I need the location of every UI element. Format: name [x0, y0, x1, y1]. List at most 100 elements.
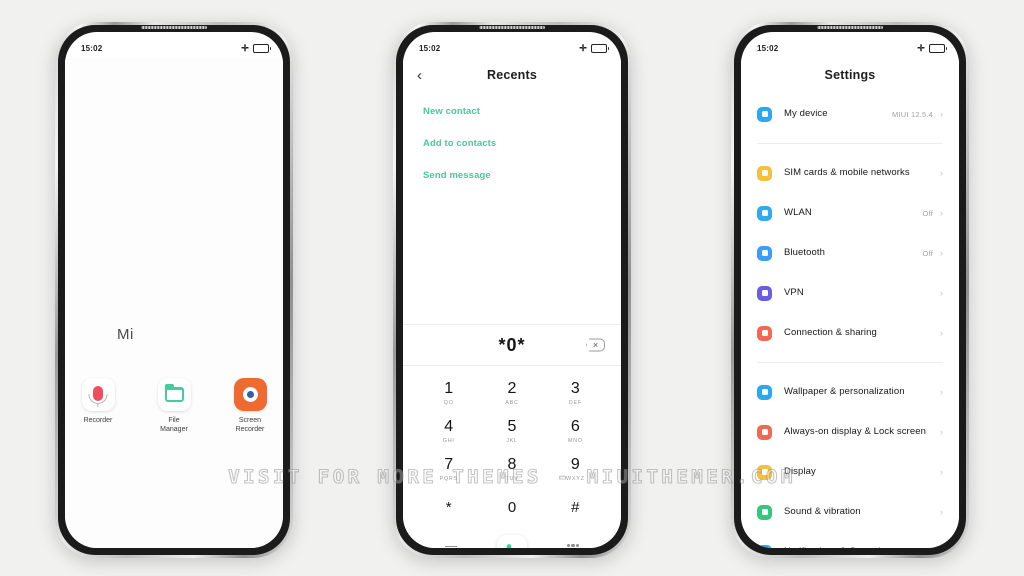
action-new-contact[interactable]: New contact: [423, 106, 601, 117]
wifi-icon: [757, 205, 772, 221]
back-chevron-icon[interactable]: ‹: [417, 68, 422, 83]
settings-item-my-device[interactable]: My device MIUI 12.5.4 ›: [755, 94, 945, 134]
settings-item-bluetooth[interactable]: Bluetooth Off ›: [755, 233, 945, 273]
dialpad-key-2[interactable]: 2 ABC: [480, 374, 543, 412]
battery-icon: [253, 43, 271, 53]
call-button[interactable]: [497, 535, 527, 548]
page-title: Settings: [824, 68, 876, 82]
settings-item-vpn[interactable]: VPN ›: [755, 273, 945, 313]
display-icon: [757, 464, 772, 480]
earpiece-speaker: [817, 26, 883, 29]
settings-item-label: Connection & sharing: [784, 326, 877, 338]
dialer-bottom-bar: [403, 526, 621, 548]
chevron-right-icon: ›: [940, 466, 943, 477]
settings-group-display: Wallpaper & personalization › Always-on …: [741, 372, 959, 548]
connection-sharing-icon: [757, 325, 772, 341]
phone3-bezel: 15:02 ✛ Settings My device MIUI 12.5.4 ›…: [734, 25, 966, 555]
status-icons: ✛: [579, 42, 609, 53]
phone3-screen: 15:02 ✛ Settings My device MIUI 12.5.4 ›…: [741, 32, 959, 548]
plus-icon: ✛: [579, 42, 587, 53]
dialpad-key-1[interactable]: 1 QO: [417, 374, 480, 412]
chevron-right-icon: ›: [940, 287, 943, 298]
settings-screen: Settings My device MIUI 12.5.4 › SIM car…: [741, 58, 959, 548]
settings-item-always-on-display[interactable]: Always-on display & Lock screen ›: [755, 412, 945, 452]
dialer-screen: ‹ Recents New contact Add to contacts Se…: [403, 58, 621, 548]
phone1-screen: 15:02 ✛ Mi Recorder File Manager Screen …: [65, 32, 283, 548]
settings-item-label: Wallpaper & personalization: [784, 385, 905, 397]
dialpad-key-7[interactable]: 7 PQRS: [417, 450, 480, 488]
app-recorder[interactable]: Recorder: [71, 378, 125, 435]
page-title: Recents: [486, 68, 538, 82]
chevron-right-icon: ›: [940, 386, 943, 397]
number-display[interactable]: *0* ✕: [403, 324, 621, 365]
backspace-icon[interactable]: ✕: [586, 338, 605, 352]
app-label: Recorder: [83, 417, 113, 424]
dialpad-key-5[interactable]: 5 JKL: [480, 412, 543, 450]
dialpad-grid-icon[interactable]: [567, 544, 579, 548]
status-time: 15:02: [81, 43, 103, 53]
settings-item-connection-sharing[interactable]: Connection & sharing ›: [755, 313, 945, 353]
home-screen: Mi Recorder File Manager Screen Recorder: [65, 58, 283, 548]
phone-device-dialer: 15:02 ✛ ‹ Recents New contact Add to con…: [393, 22, 631, 558]
dialpad-key-9[interactable]: 9 WXYZ: [544, 450, 607, 488]
status-time: 15:02: [419, 43, 441, 53]
chevron-right-icon: ›: [940, 207, 943, 218]
settings-item-sound-vibration[interactable]: Sound & vibration ›: [755, 492, 945, 532]
phone-handset-icon: [506, 544, 512, 548]
wallpaper-icon: [757, 384, 772, 400]
quick-actions-list: New contact Add to contacts Send message: [403, 92, 621, 324]
chevron-right-icon: ›: [940, 247, 943, 258]
settings-item-notifications[interactable]: Notifications & Control center ›: [755, 532, 945, 548]
settings-item-wallpaper[interactable]: Wallpaper & personalization ›: [755, 372, 945, 412]
dialpad-key-8[interactable]: 8 TUV: [480, 450, 543, 488]
settings-item-label: Notifications & Control center: [784, 546, 933, 548]
screenshot-stage: 15:02 ✛ Mi Recorder File Manager Screen …: [0, 0, 1024, 576]
dialpad-key-4[interactable]: 4 GHI: [417, 412, 480, 450]
divider: [757, 362, 943, 363]
dialpad-key-6[interactable]: 6 MNO: [544, 412, 607, 450]
settings-item-value: Off: [922, 248, 933, 258]
dialpad: 1 QO 2 ABC 3 DEF 4 GHI 5 JKL 6 MNO 7 PQRS: [403, 365, 621, 526]
settings-item-label: Sound & vibration: [784, 505, 861, 517]
lock-screen-icon: [757, 424, 772, 440]
screen-record-icon: [233, 378, 267, 411]
bluetooth-icon: [757, 245, 772, 261]
settings-item-sim-cards[interactable]: SIM cards & mobile networks ›: [755, 153, 945, 193]
vpn-icon: [757, 285, 772, 301]
phone1-bezel: 15:02 ✛ Mi Recorder File Manager Screen …: [58, 25, 290, 555]
status-bar: 15:02 ✛: [65, 32, 283, 58]
app-file-manager[interactable]: File Manager: [147, 378, 201, 435]
settings-item-label: Always-on display & Lock screen: [784, 425, 926, 437]
chevron-right-icon: ›: [940, 108, 943, 119]
battery-icon: [591, 43, 609, 53]
dialpad-key-star[interactable]: *: [417, 488, 480, 526]
dialed-number: *0*: [498, 334, 526, 355]
divider: [757, 143, 943, 144]
dialer-header: ‹ Recents: [403, 58, 621, 92]
folder-title: Mi: [117, 326, 134, 343]
chevron-right-icon: ›: [940, 506, 943, 517]
status-icons: ✛: [241, 42, 271, 53]
chevron-right-icon: ›: [940, 547, 943, 548]
dialpad-key-0[interactable]: 0: [480, 488, 543, 526]
status-bar: 15:02 ✛: [741, 32, 959, 58]
action-add-to-contacts[interactable]: Add to contacts: [423, 138, 601, 149]
hamburger-menu-icon[interactable]: [445, 545, 457, 548]
app-label: File Manager: [160, 417, 188, 433]
settings-item-label: VPN: [784, 286, 804, 298]
app-screen-recorder[interactable]: Screen Recorder: [223, 378, 277, 435]
settings-item-wlan[interactable]: WLAN Off ›: [755, 193, 945, 233]
dialpad-key-hash[interactable]: #: [544, 488, 607, 526]
phone-device-settings: 15:02 ✛ Settings My device MIUI 12.5.4 ›…: [731, 22, 969, 558]
dialpad-key-3[interactable]: 3 DEF: [544, 374, 607, 412]
app-label: Screen Recorder: [235, 417, 265, 433]
settings-item-display[interactable]: Display ›: [755, 452, 945, 492]
action-send-message[interactable]: Send message: [423, 170, 601, 181]
settings-group-network: SIM cards & mobile networks › WLAN Off ›: [741, 153, 959, 353]
plus-icon: ✛: [241, 42, 249, 53]
status-icons: ✛: [917, 43, 947, 53]
settings-group-device: My device MIUI 12.5.4 ›: [741, 94, 959, 134]
status-time: 15:02: [757, 43, 779, 53]
phone-device-home: 15:02 ✛ Mi Recorder File Manager Screen …: [55, 22, 293, 558]
settings-item-label: Bluetooth: [784, 246, 826, 258]
